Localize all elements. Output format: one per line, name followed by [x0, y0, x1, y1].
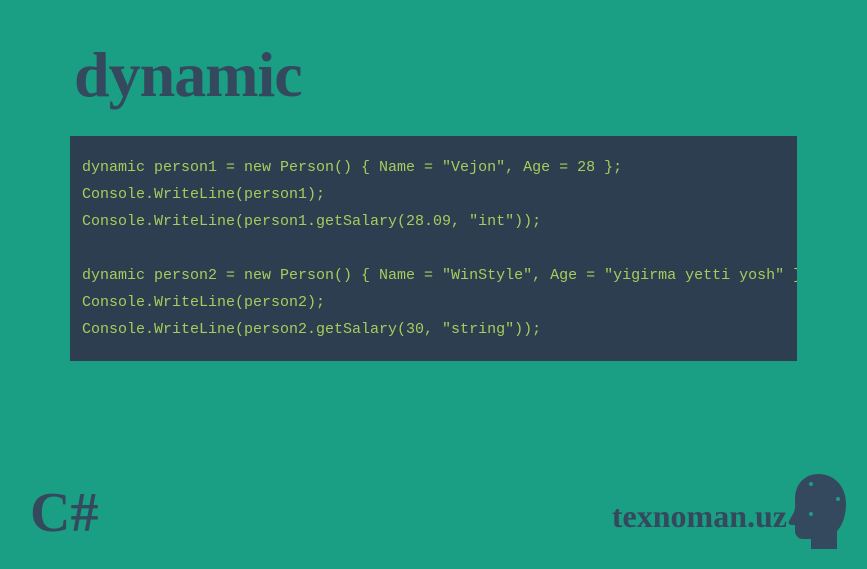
code-line-7: Console.WriteLine(person2.getSalary(30, … [82, 316, 785, 343]
code-line-5: dynamic person2 = new Person() { Name = … [82, 262, 785, 289]
code-line-3: Console.WriteLine(person1.getSalary(28.0… [82, 208, 785, 235]
code-line-6: Console.WriteLine(person2); [82, 289, 785, 316]
code-line-1: dynamic person1 = new Person() { Name = … [82, 154, 785, 181]
code-line-4 [82, 235, 785, 262]
code-block: dynamic person1 = new Person() { Name = … [70, 136, 797, 361]
code-line-2: Console.WriteLine(person1); [82, 181, 785, 208]
logo-icon [783, 469, 853, 549]
language-label: C# [30, 481, 98, 545]
page-title: dynamic [74, 38, 867, 112]
site-label: texnoman.uz [612, 498, 787, 535]
